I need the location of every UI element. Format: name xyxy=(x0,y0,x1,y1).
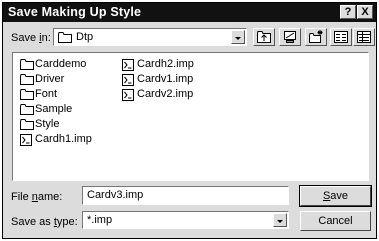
list-view-icon xyxy=(334,31,348,43)
chevron-down-icon[interactable] xyxy=(231,30,245,44)
up-one-level-button[interactable] xyxy=(253,28,275,46)
file-list[interactable]: Carddemo Driver Font Sample Style Cardh1… xyxy=(12,52,369,181)
list-item-label: Sample xyxy=(35,103,73,115)
save-as-type-label: Save as type: xyxy=(11,216,78,228)
folder-icon xyxy=(20,104,34,115)
help-button[interactable]: ? xyxy=(340,5,356,19)
folder-icon xyxy=(20,74,34,85)
details-view-icon xyxy=(357,31,371,43)
close-button[interactable]: X xyxy=(357,5,373,19)
document-icon xyxy=(122,59,134,71)
desktop-button[interactable] xyxy=(279,28,301,46)
list-item-label: Cardv1.imp xyxy=(137,73,194,85)
save-in-value: Dtp xyxy=(76,31,94,43)
folder-icon xyxy=(20,59,34,70)
list-item-label: Cardv2.imp xyxy=(137,88,194,100)
save-dialog: Save Making Up Style ? X Save in: Dtp Ca… xyxy=(2,2,377,239)
up-folder-icon xyxy=(257,31,271,43)
save-in-label: Save in: xyxy=(11,32,51,44)
folder-icon xyxy=(20,89,34,100)
chevron-down-icon[interactable] xyxy=(273,213,287,227)
desktop-icon xyxy=(284,31,296,43)
save-as-type-value: *.imp xyxy=(87,214,113,226)
title-bar: Save Making Up Style ? X xyxy=(3,3,376,22)
list-item-label: Style xyxy=(35,118,60,130)
file-name-label: File name: xyxy=(11,191,63,203)
details-view-button[interactable] xyxy=(353,28,375,46)
document-icon xyxy=(122,89,134,101)
folder-icon xyxy=(20,119,34,130)
list-item-label: Cardh2.imp xyxy=(137,58,194,70)
save-button[interactable]: Save xyxy=(299,185,372,207)
list-item-label: Carddemo xyxy=(35,58,87,70)
list-view-button[interactable] xyxy=(330,28,352,46)
new-folder-button[interactable] xyxy=(305,28,327,46)
new-folder-icon xyxy=(309,30,323,43)
save-as-type-dropdown[interactable]: *.imp xyxy=(82,211,289,229)
file-name-value: Cardv3.imp xyxy=(87,189,144,201)
save-in-dropdown[interactable]: Dtp xyxy=(53,28,247,46)
cancel-button[interactable]: Cancel xyxy=(300,211,371,231)
list-item-label: Cardh1.imp xyxy=(35,133,92,145)
dialog-title: Save Making Up Style xyxy=(8,5,142,19)
document-icon xyxy=(20,134,32,146)
list-item-label: Driver xyxy=(35,73,65,85)
folder-icon xyxy=(58,32,72,43)
document-icon xyxy=(122,74,134,86)
file-name-input[interactable]: Cardv3.imp xyxy=(82,186,289,205)
list-item-label: Font xyxy=(35,88,58,100)
